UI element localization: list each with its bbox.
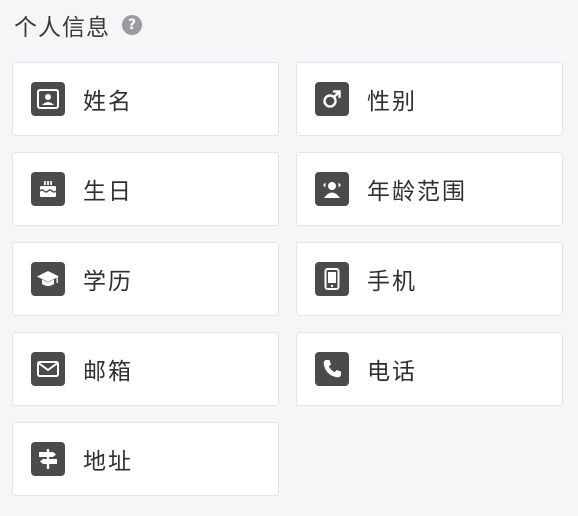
help-icon[interactable]: ? xyxy=(122,15,142,35)
field-name-button[interactable]: 姓名 xyxy=(12,62,279,136)
section-header: 个人信息 ? xyxy=(14,10,142,41)
field-label: 年龄范围 xyxy=(367,179,467,205)
field-label: 地址 xyxy=(83,449,133,475)
field-label: 姓名 xyxy=(83,89,133,115)
age-range-icon xyxy=(315,172,349,206)
envelope-icon xyxy=(31,352,65,386)
field-label: 生日 xyxy=(83,179,133,205)
field-phone-button[interactable]: 电话 xyxy=(296,332,563,406)
signpost-icon xyxy=(31,442,65,476)
field-label: 电话 xyxy=(367,359,417,385)
field-gender-button[interactable]: 性别 xyxy=(296,62,563,136)
field-education-button[interactable]: 学历 xyxy=(12,242,279,316)
field-label: 学历 xyxy=(83,269,133,295)
telephone-icon xyxy=(315,352,349,386)
mobile-phone-icon xyxy=(315,262,349,296)
field-email-button[interactable]: 邮箱 xyxy=(12,332,279,406)
field-label: 邮箱 xyxy=(83,359,133,385)
field-address-button[interactable]: 地址 xyxy=(12,422,279,496)
graduation-cap-icon xyxy=(31,262,65,296)
field-label: 手机 xyxy=(367,269,417,295)
field-age-range-button[interactable]: 年龄范围 xyxy=(296,152,563,226)
birthday-cake-icon xyxy=(31,172,65,206)
personal-info-panel: 个人信息 ? 姓名 性别 生日 年龄范围 学历 手机 邮箱 电话 地址 xyxy=(0,0,578,516)
field-label: 性别 xyxy=(367,89,417,115)
contact-card-icon xyxy=(31,82,65,116)
field-mobile-button[interactable]: 手机 xyxy=(296,242,563,316)
field-grid: 姓名 性别 生日 年龄范围 学历 手机 邮箱 电话 地址 xyxy=(12,62,564,496)
male-symbol-icon xyxy=(315,82,349,116)
field-birthday-button[interactable]: 生日 xyxy=(12,152,279,226)
section-title: 个人信息 xyxy=(14,15,110,41)
